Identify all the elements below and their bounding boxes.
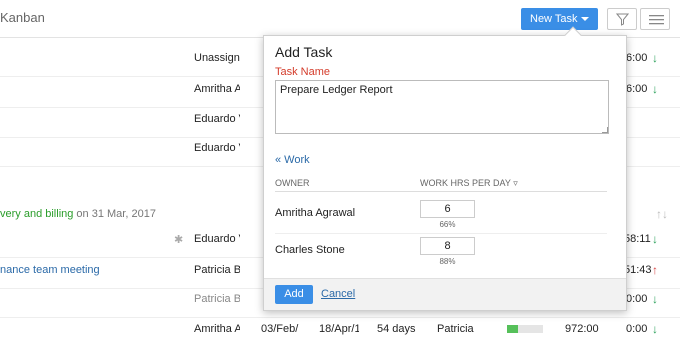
progress-fill — [507, 325, 518, 333]
task-name-input[interactable]: Prepare Ledger Report — [275, 80, 609, 134]
work-hrs-percent: 88% — [439, 257, 456, 266]
owner-table-header: OWNER WORK HRS PER DAY ▿ — [275, 176, 607, 192]
duration-cell: 54 days — [377, 323, 416, 335]
end-date-cell: 18/Apr/1( — [319, 323, 359, 335]
owner-name: Charles Stone — [275, 244, 345, 256]
group-title-highlight: very and billing — [0, 208, 74, 220]
arrow-down-icon: ↓ — [652, 322, 658, 336]
owner-name: Amritha Agrawal — [275, 207, 356, 219]
owner-cell: Eduardo V — [194, 142, 240, 154]
filter-button[interactable] — [607, 8, 637, 30]
caret-down-icon — [581, 17, 589, 21]
dialog-title: Add Task — [275, 44, 333, 60]
assignee-cell: Patricia — [437, 323, 474, 335]
work-hrs-label: WORK HRS PER DAY — [420, 178, 511, 188]
owner-column-header: OWNER — [275, 178, 310, 188]
table-row[interactable]: Amritha A 03/Feb/ 18/Apr/1( 54 days Patr… — [0, 311, 680, 342]
add-task-dialog: Add Task Task Name Prepare Ledger Report… — [263, 26, 627, 311]
group-title: very and billing on 31 Mar, 2017 — [0, 208, 156, 220]
bug-icon: ✱ — [174, 234, 184, 246]
sort-down-icon: ▿ — [513, 178, 518, 188]
dialog-footer: Add Cancel — [264, 278, 626, 310]
view-title: Kanban — [0, 10, 45, 25]
work-hrs-input[interactable]: 6 — [420, 200, 475, 218]
owner-row: Amritha Agrawal 6 66% — [275, 196, 607, 234]
work-back-link[interactable]: « Work — [275, 154, 310, 166]
new-task-button[interactable]: New Task — [521, 8, 598, 30]
value-cell: 0:00 — [626, 323, 648, 335]
task-name-label: Task Name — [275, 66, 331, 78]
group-title-date: on 31 Mar, 2017 — [73, 208, 156, 220]
filter-icon — [616, 13, 629, 26]
menu-button[interactable] — [640, 8, 670, 30]
work-hrs-percent: 66% — [439, 220, 456, 229]
owner-row: Charles Stone 8 88% — [275, 233, 607, 271]
owner-cell: Amritha A — [194, 323, 240, 335]
add-button[interactable]: Add — [275, 285, 313, 304]
work-cell: 972:00 — [565, 323, 599, 335]
resize-handle-icon[interactable] — [602, 127, 608, 133]
start-date-cell: 03/Feb/ — [261, 323, 299, 335]
new-task-label: New Task — [530, 13, 578, 25]
work-hrs-column-header[interactable]: WORK HRS PER DAY ▿ — [420, 178, 518, 189]
progress-bar — [507, 325, 543, 333]
hamburger-icon — [649, 15, 664, 25]
work-hrs-input[interactable]: 8 — [420, 237, 475, 255]
cancel-link[interactable]: Cancel — [321, 288, 355, 300]
